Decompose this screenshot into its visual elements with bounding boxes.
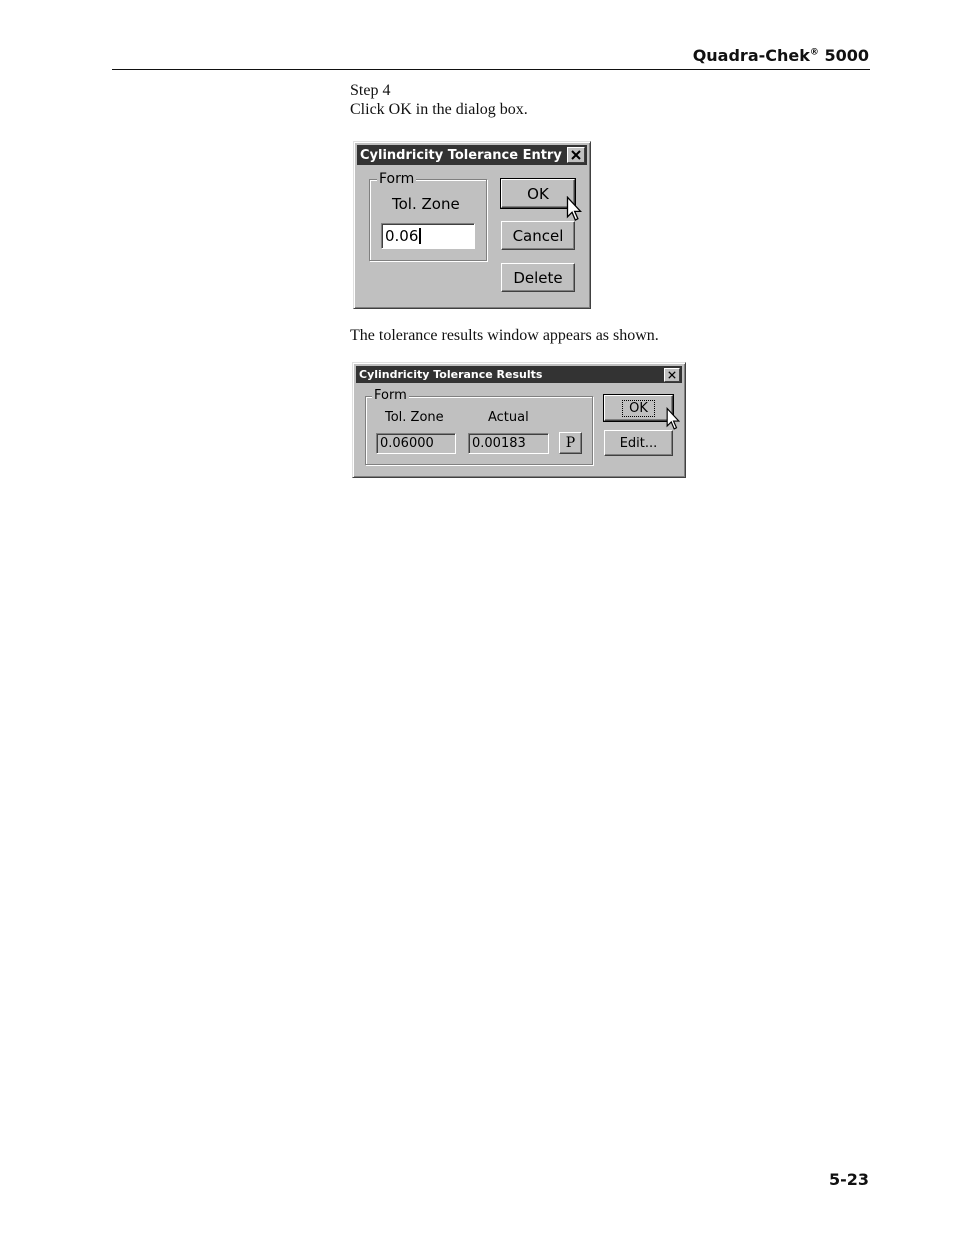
results-edit-button[interactable]: Edit... bbox=[604, 430, 673, 456]
results-tol-zone-label: Tol. Zone bbox=[385, 410, 444, 425]
tolerance-entry-dialog: Cylindricity Tolerance Entry Form Tol. Z… bbox=[353, 141, 591, 309]
tol-zone-input[interactable]: 0.06 bbox=[381, 223, 475, 249]
header-rule bbox=[112, 69, 870, 70]
entry-cancel-label: Cancel bbox=[512, 226, 564, 245]
pass-status-value: P bbox=[565, 435, 576, 451]
entry-tol-zone-label: Tol. Zone bbox=[392, 195, 460, 213]
results-dialog-title: Cylindricity Tolerance Results bbox=[359, 368, 543, 381]
text-caret bbox=[419, 228, 422, 244]
step-label: Step 4 bbox=[350, 82, 391, 99]
mouse-pointer-icon bbox=[566, 196, 582, 221]
results-dialog-titlebar: Cylindricity Tolerance Results bbox=[356, 366, 682, 383]
results-form-group-label: Form bbox=[372, 388, 409, 403]
entry-ok-button[interactable]: OK bbox=[500, 178, 576, 209]
entry-cancel-button[interactable]: Cancel bbox=[501, 221, 575, 250]
mouse-pointer-icon bbox=[666, 407, 680, 430]
results-tol-zone-field: 0.06000 bbox=[376, 433, 456, 454]
tolerance-results-dialog: Cylindricity Tolerance Results Form Tol.… bbox=[352, 362, 686, 478]
header-title: Quadra-Chek® 5000 bbox=[693, 46, 869, 65]
entry-ok-label: OK bbox=[527, 184, 549, 203]
instruction-text: Click OK in the dialog box. bbox=[350, 101, 528, 118]
pass-status-indicator: P bbox=[559, 432, 582, 454]
close-icon bbox=[668, 370, 676, 379]
product-model: 5000 bbox=[824, 46, 869, 65]
entry-delete-label: Delete bbox=[513, 268, 563, 287]
entry-form-group-label: Form bbox=[377, 171, 417, 187]
product-name: Quadra-Chek bbox=[692, 46, 810, 65]
entry-dialog-title: Cylindricity Tolerance Entry bbox=[360, 147, 562, 163]
results-actual-field: 0.00183 bbox=[468, 433, 549, 454]
registered-mark: ® bbox=[809, 47, 819, 58]
entry-dialog-close-button[interactable] bbox=[567, 147, 585, 163]
close-icon bbox=[571, 150, 581, 160]
results-dialog-close-button[interactable] bbox=[664, 367, 680, 382]
tol-zone-input-value: 0.06 bbox=[385, 227, 419, 245]
page-number: 5-23 bbox=[828, 1170, 869, 1189]
results-ok-label: OK bbox=[622, 399, 655, 417]
results-edit-label: Edit... bbox=[619, 435, 658, 451]
results-tol-zone-value: 0.06000 bbox=[380, 436, 434, 451]
results-actual-label: Actual bbox=[488, 410, 529, 425]
results-form-group bbox=[365, 396, 593, 465]
entry-delete-button[interactable]: Delete bbox=[501, 263, 575, 292]
results-actual-value: 0.00183 bbox=[472, 436, 526, 451]
entry-dialog-titlebar: Cylindricity Tolerance Entry bbox=[357, 145, 587, 165]
results-ok-button[interactable]: OK bbox=[603, 394, 674, 422]
result-description: The tolerance results window appears as … bbox=[350, 327, 659, 344]
